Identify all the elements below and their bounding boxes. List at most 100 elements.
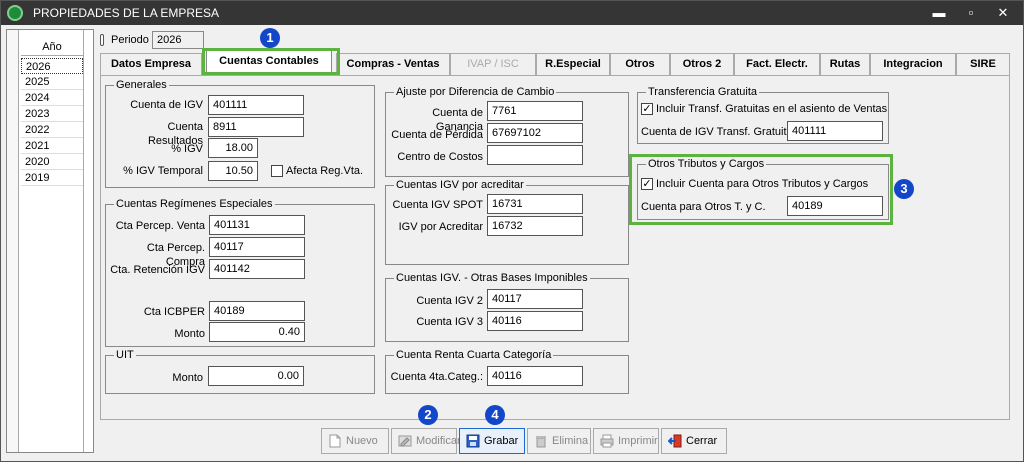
incluir-transf-label: Incluir Transf. Gratuitas en el asiento … <box>656 103 888 115</box>
igv-acreditar-label: IGV por Acreditar <box>398 221 483 233</box>
modificar-label: Modificar <box>416 435 461 447</box>
maximize-button[interactable]: ▫ <box>957 3 985 23</box>
tab-ivap-isc: IVAP / ISC <box>450 53 536 75</box>
elimina-label: Elimina <box>552 435 589 447</box>
igv3-label: Cuenta IGV 3 <box>416 316 483 328</box>
action-toolbar: Nuevo Modificar Grabar Elimina Imprimir … <box>321 428 729 455</box>
year-row[interactable]: 2023 <box>21 106 83 122</box>
afecta-reg-vta-label: Afecta Reg.Vta. <box>286 165 364 177</box>
cuenta-igv-transf-field[interactable]: 401111 <box>787 121 883 141</box>
minimize-button[interactable]: ▬ <box>925 3 953 23</box>
highlight-box-otros-tributos <box>629 154 893 225</box>
year-row[interactable]: 2024 <box>21 90 83 106</box>
monto-field[interactable]: 0.40 <box>209 322 305 342</box>
close-button[interactable]: ✕ <box>989 3 1017 23</box>
igv2-field[interactable]: 40117 <box>487 289 583 309</box>
ganancia-field[interactable]: 7761 <box>487 101 583 121</box>
step-badge-1: 1 <box>260 28 280 48</box>
pct-igv-field[interactable]: 18.00 <box>208 138 258 158</box>
percep-venta-field[interactable]: 401131 <box>209 215 305 235</box>
cuenta-igv-transf-label: Cuenta de IGV Transf. Gratuita <box>641 126 793 138</box>
afecta-reg-vta-checkbox[interactable] <box>271 165 283 177</box>
cerrar-button[interactable]: Cerrar <box>661 428 727 454</box>
app-logo-icon <box>7 5 23 21</box>
igv2-label: Cuenta IGV 2 <box>416 295 483 307</box>
grid-divider <box>83 30 84 452</box>
year-row[interactable]: 2026 <box>21 58 83 74</box>
cta-icbper-field[interactable]: 40189 <box>209 301 305 321</box>
year-column-header: Año <box>21 38 83 56</box>
cta-icbper-label: Cta ICBPER <box>143 306 205 318</box>
retencion-igv-field[interactable]: 401142 <box>209 259 305 279</box>
nuevo-button[interactable]: Nuevo <box>321 428 389 454</box>
year-row[interactable]: 2020 <box>21 154 83 170</box>
cuenta-igv-field[interactable]: 401111 <box>208 95 304 115</box>
perdida-label: Cuenta de Pérdida <box>391 129 483 141</box>
cuenta-igv-label: Cuenta de IGV <box>130 99 203 111</box>
percep-compra-field[interactable]: 40117 <box>209 237 305 257</box>
centro-costos-label: Centro de Costos <box>397 151 483 163</box>
group-title: Cuentas IGV por acreditar <box>394 179 526 191</box>
title-bar: PROPIEDADES DE LA EMPRESA ▬ ▫ ✕ <box>1 1 1023 25</box>
group-otras-bases: Cuentas IGV. - Otras Bases Imponibles <box>385 272 629 342</box>
monto-label: Monto <box>174 328 205 340</box>
step-badge-2: 2 <box>418 405 438 425</box>
row-indicator-column <box>7 30 19 452</box>
cuenta-resultados-field[interactable]: 8911 <box>208 117 304 137</box>
uit-monto-label: Monto <box>172 372 203 384</box>
uit-monto-field[interactable]: 0.00 <box>208 366 304 386</box>
percep-venta-label: Cta Percep. Venta <box>115 220 205 232</box>
year-list[interactable]: Año 2026 2025 2024 2023 2022 2021 2020 2… <box>6 29 94 453</box>
tab-datos-empresa[interactable]: Datos Empresa <box>100 53 202 75</box>
year-row[interactable]: 2022 <box>21 122 83 138</box>
cerrar-label: Cerrar <box>686 435 718 447</box>
group-title: Cuenta Renta Cuarta Categoría <box>394 349 554 361</box>
group-title: Cuentas Regímenes Especiales <box>114 198 275 210</box>
pct-igv-label: % IGV <box>171 143 203 155</box>
elimina-button[interactable]: Elimina <box>527 428 591 454</box>
tab-rutas[interactable]: Rutas <box>820 53 870 75</box>
year-row[interactable]: 2021 <box>21 138 83 154</box>
new-document-icon <box>329 434 341 448</box>
igv-acreditar-field[interactable]: 16732 <box>487 216 583 236</box>
centro-costos-field[interactable] <box>487 145 583 165</box>
group-title: UIT <box>114 349 136 361</box>
tab-r-especial[interactable]: R.Especial <box>536 53 610 75</box>
imprimir-label: Imprimir <box>618 435 658 447</box>
delete-icon <box>536 436 546 448</box>
year-row[interactable]: 2019 <box>21 170 83 186</box>
tab-otros-2[interactable]: Otros 2 <box>670 53 734 75</box>
tab-sire[interactable]: SIRE <box>956 53 1010 75</box>
retencion-igv-label: Cta. Retención IGV <box>110 264 205 276</box>
exit-icon <box>668 434 682 448</box>
incluir-transf-checkbox[interactable]: ✓ <box>641 103 653 115</box>
highlight-box-tab <box>202 48 340 75</box>
step-badge-4: 4 <box>485 405 505 425</box>
save-icon <box>466 434 480 448</box>
group-title: Cuentas IGV. - Otras Bases Imponibles <box>394 272 590 284</box>
grabar-button[interactable]: Grabar <box>459 428 525 454</box>
cuenta-4ta-label: Cuenta 4ta.Categ.: <box>390 371 483 383</box>
tab-fact-electr[interactable]: Fact. Electr. <box>734 53 820 75</box>
imprimir-button[interactable]: Imprimir <box>593 428 659 454</box>
pct-igv-temporal-label: % IGV Temporal <box>123 165 203 177</box>
period-label: Periodo <box>111 34 149 46</box>
year-row[interactable]: 2025 <box>21 74 83 90</box>
window-title: PROPIEDADES DE LA EMPRESA <box>33 6 220 20</box>
igv-spot-label: Cuenta IGV SPOT <box>392 199 483 211</box>
grabar-label: Grabar <box>484 435 519 447</box>
tab-otros[interactable]: Otros <box>610 53 670 75</box>
tab-compras-ventas[interactable]: Compras - Ventas <box>336 53 450 75</box>
pct-igv-temporal-field[interactable]: 10.50 <box>208 161 258 181</box>
tab-integracion[interactable]: Integracion <box>870 53 956 75</box>
nuevo-label: Nuevo <box>346 435 378 447</box>
step-badge-3: 3 <box>894 179 914 199</box>
perdida-field[interactable]: 67697102 <box>487 123 583 143</box>
cuenta-4ta-field[interactable]: 40116 <box>487 366 583 386</box>
period-field: 2026 <box>152 31 204 49</box>
igv-spot-field[interactable]: 16731 <box>487 194 583 214</box>
igv3-field[interactable]: 40116 <box>487 311 583 331</box>
group-title: Transferencia Gratuita <box>646 86 760 98</box>
modificar-button[interactable]: Modificar <box>391 428 461 454</box>
print-icon <box>600 434 614 448</box>
